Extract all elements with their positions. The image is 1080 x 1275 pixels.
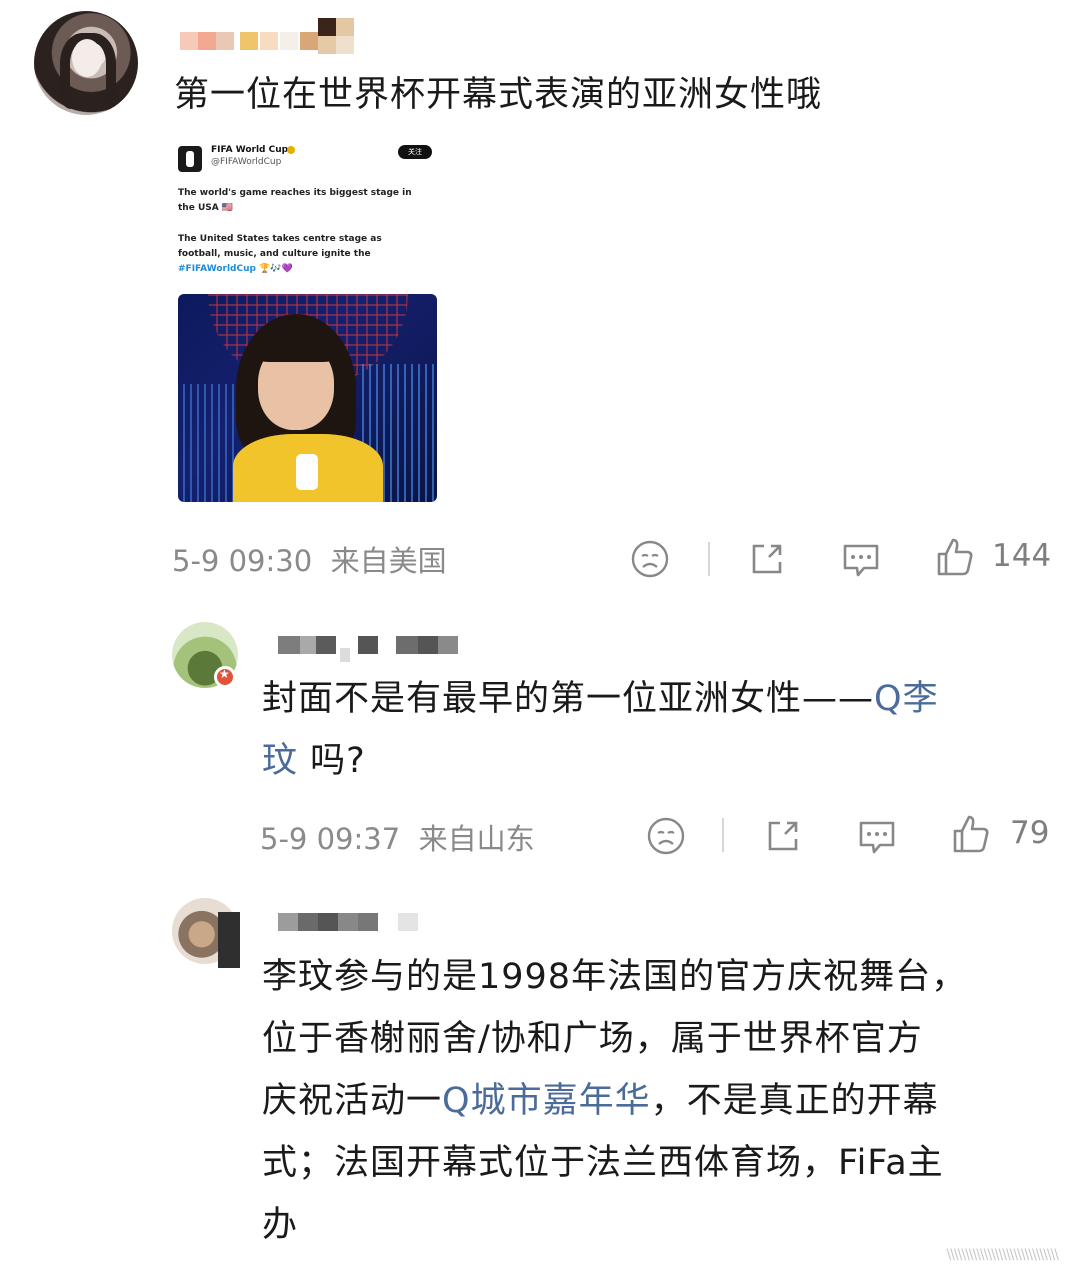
comment-1-link-text-1: 李: [902, 679, 939, 719]
comment-2-author-redacted[interactable]: [262, 913, 432, 939]
thumbs-up-icon[interactable]: [951, 813, 991, 855]
post-text: 第一位在世界杯开幕式表演的亚洲女性哦: [174, 75, 823, 115]
comment-1-text-part: 封面不是有最早的第一位亚洲女性——: [262, 679, 875, 719]
comment-2-line-4: 式；法国开幕式位于法兰西体育场，FiFa主: [262, 1143, 944, 1183]
tweet-line-3: The United States takes centre stage as: [178, 234, 382, 244]
comment-2-line-3: 庆祝活动一Q城市嘉年华，不是真正的开幕: [262, 1070, 1062, 1132]
tweet-hashtag-emojis: 🏆🎶💜: [255, 264, 293, 274]
post-image[interactable]: FIFA World Cup @FIFAWorldCup 关注 The worl…: [170, 136, 442, 506]
tweet-account-name: FIFA World Cup: [211, 145, 289, 155]
comment-2-search-link[interactable]: Q城市嘉年华: [442, 1081, 651, 1121]
post-timestamp: 5-9 09:30 来自美国: [172, 538, 447, 580]
comment-icon[interactable]: [856, 817, 898, 857]
tweet-line-1: The world's game reaches its biggest sta…: [178, 188, 412, 198]
tweet-line-5: #FIFAWorldCup 🏆🎶💜: [178, 264, 293, 274]
fifa-logo-icon: [178, 146, 202, 172]
comment-2-line-2: 位于香榭丽舍/协和广场，属于世界杯官方: [262, 1019, 923, 1059]
author-avatar[interactable]: [34, 11, 138, 115]
search-link-icon: Q: [442, 1081, 471, 1121]
comment-1-link-text-2: 玟: [262, 741, 299, 781]
post-like-count: 144: [992, 538, 1052, 574]
tweet-line-2: the USA 🇺🇸: [178, 203, 234, 213]
comment-2-line-1: 李玟参与的是1998年法国的官方庆祝舞台，: [262, 957, 968, 997]
post-time: 5-9 09:30: [172, 544, 313, 578]
comment-1-like-count: 79: [1010, 815, 1050, 851]
tweet-photo: [178, 294, 437, 502]
verified-badge-icon: [287, 146, 295, 154]
comment-1-text-end: 吗?: [298, 741, 366, 781]
thumbs-up-icon[interactable]: [935, 536, 975, 578]
comment-2-avatar-redaction: [218, 912, 240, 968]
share-icon[interactable]: [763, 816, 803, 856]
post-location: 来自美国: [330, 544, 447, 578]
comment-1-author-redacted[interactable]: [262, 636, 462, 666]
author-name-redacted[interactable]: [180, 18, 360, 58]
watermark: \\\\\\\\\\\\\\\\\\\\\\\\\\\\\\: [946, 1247, 1059, 1263]
search-link-icon: Q: [874, 679, 903, 719]
comment-1-text: 封面不是有最早的第一位亚洲女性——Q李玟 吗?: [262, 668, 1052, 792]
trophy-logo-icon: [296, 454, 318, 490]
comment-2-line-3-end: ，不是真正的开幕: [650, 1081, 939, 1121]
comment-icon[interactable]: [840, 540, 882, 580]
sad-face-icon[interactable]: [646, 816, 686, 856]
tweet-follow-button: 关注: [398, 145, 432, 159]
sad-face-icon[interactable]: [630, 539, 670, 579]
comment-2-line-3-start: 庆祝活动一: [262, 1081, 443, 1121]
comment-2-link-text: 城市嘉年华: [470, 1081, 651, 1121]
comment-1-badge-icon: [214, 666, 236, 688]
share-icon[interactable]: [747, 539, 787, 579]
comment-1-timestamp: 5-9 09:37 来自山东: [260, 816, 535, 858]
comment-1-location: 来自山东: [418, 822, 535, 856]
comment-2-line-5: 办: [262, 1205, 299, 1245]
tweet-account-handle: @FIFAWorldCup: [211, 157, 282, 167]
tweet-hashtag: #FIFAWorldCup: [178, 264, 256, 274]
tweet-line-4: football, music, and culture ignite the: [178, 249, 371, 259]
comment-1-time: 5-9 09:37: [260, 822, 401, 856]
comment-2-text: 李玟参与的是1998年法国的官方庆祝舞台， 位于香榭丽舍/协和广场，属于世界杯官…: [262, 946, 1062, 1256]
